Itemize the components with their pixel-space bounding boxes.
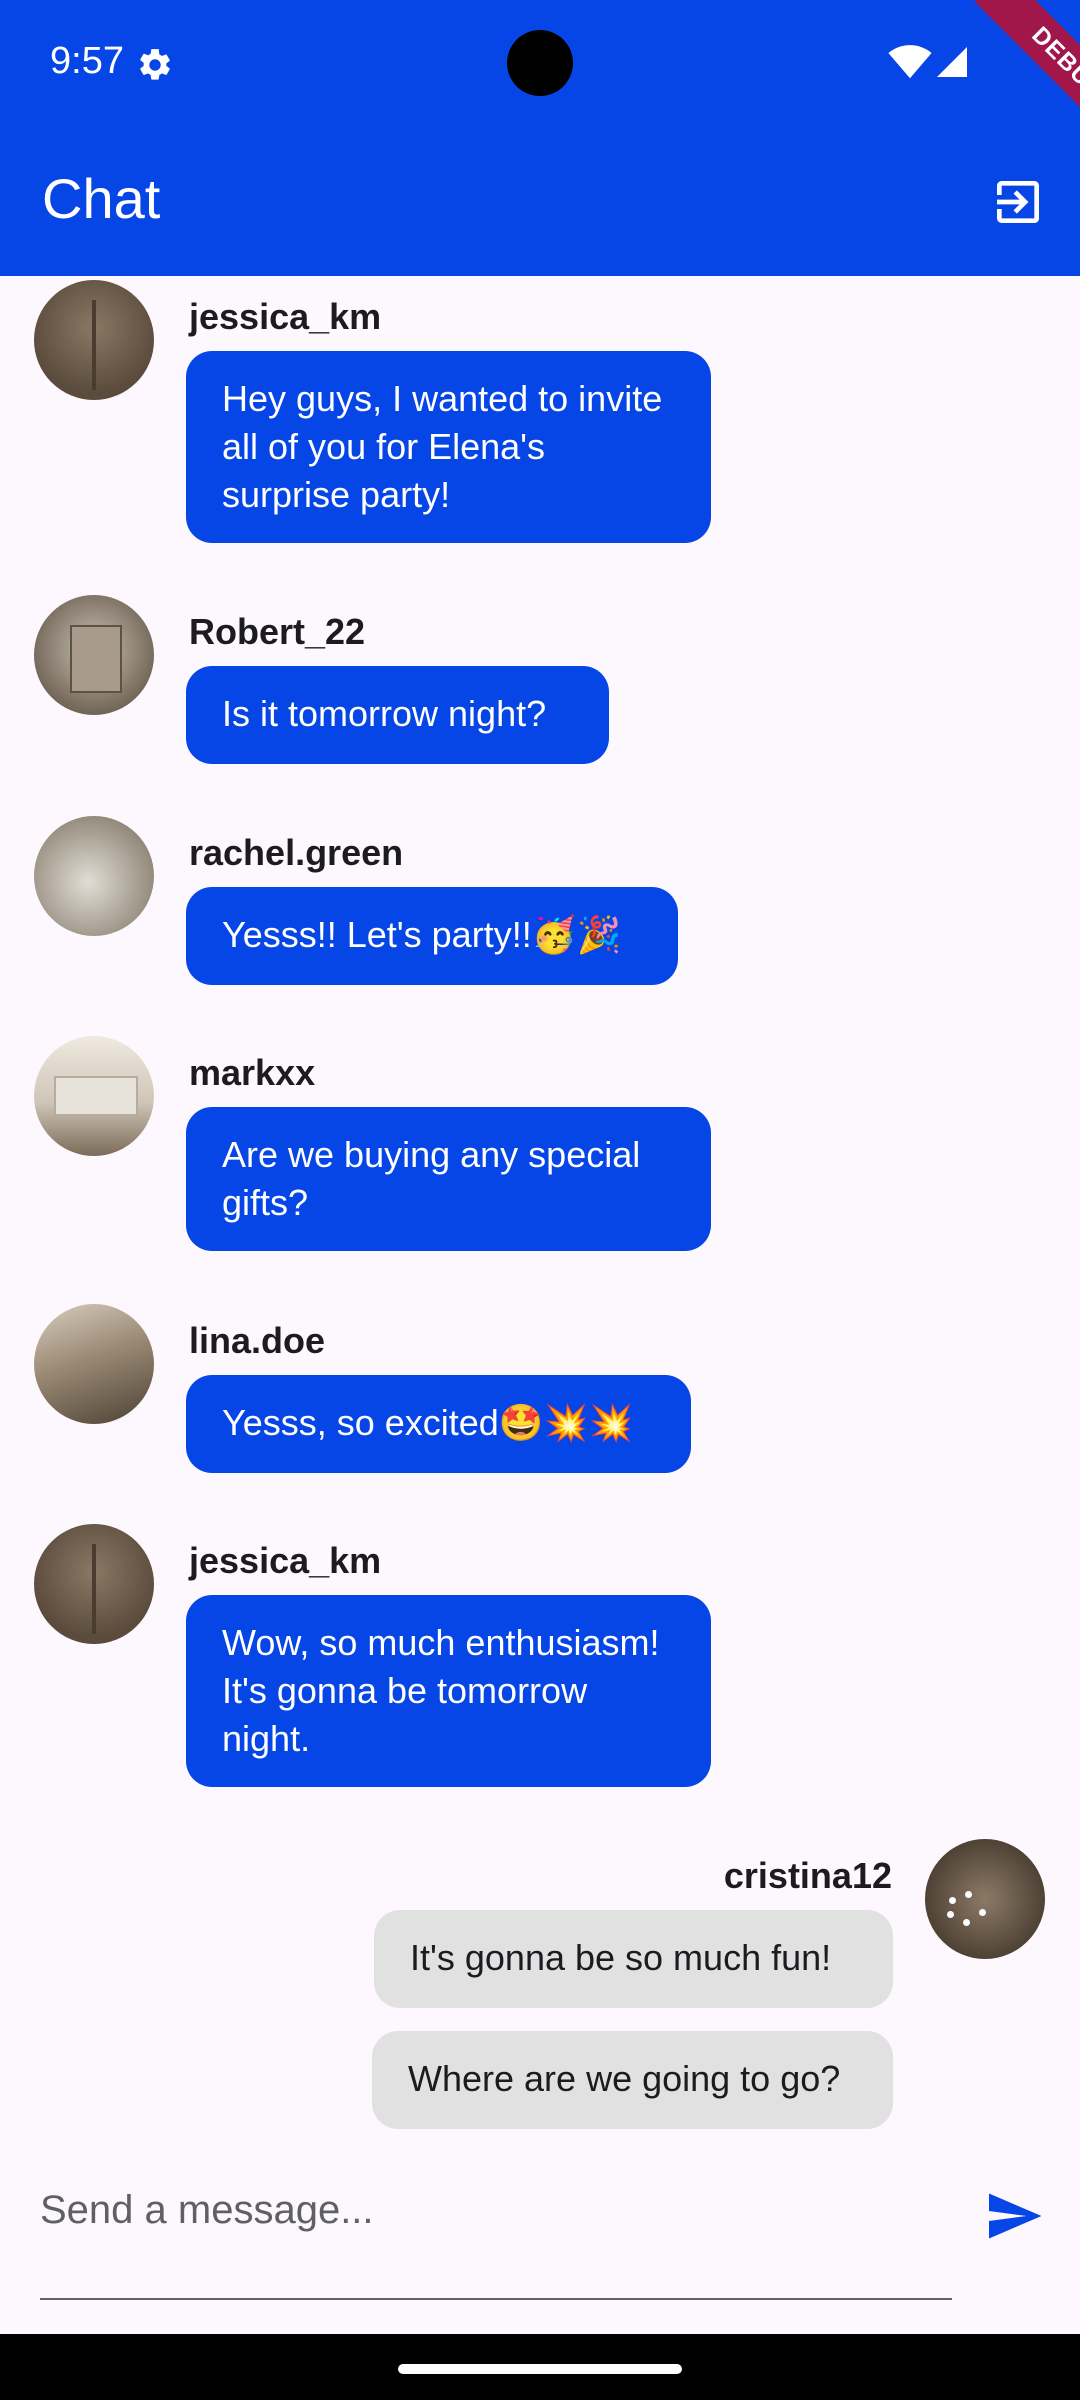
debug-banner: DEBUG (930, 0, 1080, 150)
message-username: cristina12 (723, 1855, 892, 1896)
message-bubble: Yesss, so excited🤩💥💥 (186, 1375, 691, 1473)
message-username: lina.doe (189, 1320, 326, 1361)
system-navigation-bar (0, 2334, 1080, 2400)
avatar[interactable] (34, 1524, 154, 1644)
avatar[interactable] (34, 1036, 154, 1156)
message-bubble: Wow, so much enthusiasm! It's gonna be t… (186, 1595, 711, 1787)
input-underline (40, 2298, 952, 2300)
avatar[interactable] (34, 1304, 154, 1424)
camera-cutout (507, 30, 573, 96)
logout-icon[interactable] (990, 174, 1046, 230)
wifi-icon (888, 45, 932, 79)
app-bar: Chat (0, 130, 1080, 276)
avatar[interactable] (34, 595, 154, 715)
avatar[interactable] (34, 280, 154, 400)
avatar[interactable] (925, 1839, 1045, 1959)
message-bubble: Where are we going to go? (372, 2031, 893, 2129)
home-indicator[interactable] (398, 2364, 682, 2374)
message-bubble: It's gonna be so much fun! (374, 1910, 893, 2008)
status-time: 9:57 (50, 40, 124, 82)
send-icon[interactable] (984, 2186, 1044, 2246)
message-bubble: Is it tomorrow night? (186, 666, 609, 764)
debug-label: DEBUG (974, 0, 1080, 150)
message-input[interactable] (40, 2180, 940, 2240)
message-username: jessica_km (189, 296, 382, 337)
message-bubble: Hey guys, I wanted to invite all of you … (186, 351, 711, 543)
message-username: jessica_km (189, 1540, 382, 1581)
status-bar: 9:57 DEBUG (0, 0, 1080, 150)
message-bubble: Are we buying any special gifts? (186, 1107, 711, 1251)
message-bubble: Yesss!! Let's party!!🥳🎉 (186, 887, 678, 985)
settings-gear-icon (140, 49, 170, 80)
page-title: Chat (42, 167, 161, 230)
avatar[interactable] (34, 816, 154, 936)
message-username: markxx (189, 1052, 316, 1093)
message-username: Robert_22 (189, 611, 366, 652)
message-username: rachel.green (189, 832, 404, 873)
